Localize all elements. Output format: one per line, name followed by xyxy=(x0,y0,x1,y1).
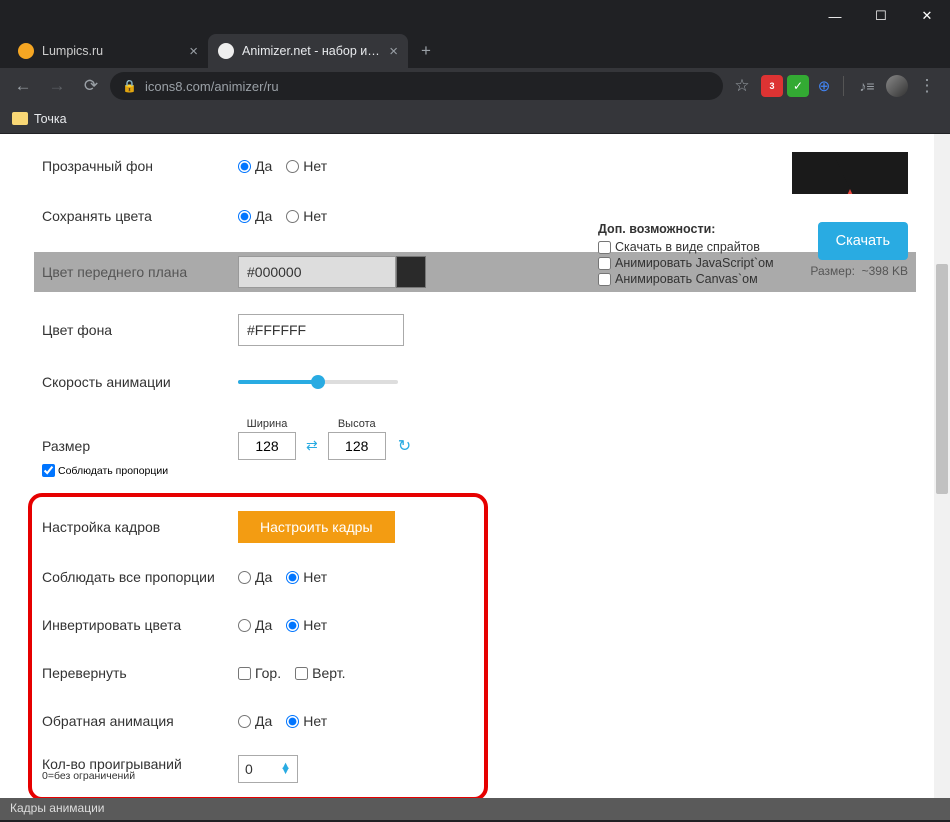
row-size: Размер Ширина ⇄ Высота ↻ xyxy=(42,418,908,460)
extension-globe[interactable]: ⊕ xyxy=(813,75,835,97)
window-titlebar: — ☐ ✕ xyxy=(0,0,950,32)
extension-badge[interactable]: 3 xyxy=(761,75,783,97)
reverse-yes[interactable]: Да xyxy=(238,713,272,729)
prop-yes[interactable]: Да xyxy=(238,569,272,585)
window-maximize[interactable]: ☐ xyxy=(858,0,904,32)
row-reverse: Обратная анимация Да Нет xyxy=(42,707,474,735)
status-footer: Кадры анимации xyxy=(0,798,950,820)
row-bg-color: Цвет фона xyxy=(42,314,908,346)
row-plays: Кол-во проигрываний 0=без ограничений 0 … xyxy=(42,755,474,783)
close-tab-icon[interactable]: × xyxy=(389,43,398,60)
new-tab-button[interactable]: + xyxy=(412,37,440,65)
window-minimize[interactable]: — xyxy=(812,0,858,32)
flip-hor[interactable]: Гор. xyxy=(238,665,281,681)
keepcolors-no[interactable]: Нет xyxy=(286,208,327,224)
scrollbar-thumb[interactable] xyxy=(936,264,948,494)
keepcolors-yes[interactable]: Да xyxy=(238,208,272,224)
width-input[interactable] xyxy=(238,432,296,460)
fg-color-swatch[interactable] xyxy=(396,256,426,288)
height-input[interactable] xyxy=(328,432,386,460)
bg-color-input[interactable] xyxy=(238,314,404,346)
tab-animizer[interactable]: Animizer.net - набор инструмен × xyxy=(208,34,408,68)
download-button[interactable]: Скачать xyxy=(818,222,908,260)
link-ratio-icon[interactable]: ⇄ xyxy=(302,437,322,460)
window-close[interactable]: ✕ xyxy=(904,0,950,32)
row-frames: Настройка кадров Настроить кадры xyxy=(42,511,474,543)
speed-slider[interactable] xyxy=(238,380,398,384)
menu-button[interactable]: ⋮ xyxy=(912,76,942,96)
forward-button[interactable]: → xyxy=(42,71,72,101)
keep-ratio-checkbox[interactable]: Соблюдать пропорции xyxy=(42,464,908,477)
row-flip: Перевернуть Гор. Верт. xyxy=(42,659,474,687)
refresh-size-icon[interactable]: ↻ xyxy=(392,436,411,460)
reverse-no[interactable]: Нет xyxy=(286,713,327,729)
file-size-info: Размер: ~398 KB xyxy=(810,264,908,278)
invert-no[interactable]: Нет xyxy=(286,617,327,633)
extension-check[interactable]: ✓ xyxy=(787,75,809,97)
row-invert: Инвертировать цвета Да Нет xyxy=(42,611,474,639)
music-button[interactable]: ♪≡ xyxy=(852,71,882,101)
invert-yes[interactable]: Да xyxy=(238,617,272,633)
back-button[interactable]: ← xyxy=(8,71,38,101)
flip-vert[interactable]: Верт. xyxy=(295,665,345,681)
close-tab-icon[interactable]: × xyxy=(189,43,198,60)
row-proportions: Соблюдать все пропорции Да Нет xyxy=(42,563,474,591)
transparent-yes[interactable]: Да xyxy=(238,158,272,174)
prop-no[interactable]: Нет xyxy=(286,569,327,585)
vertical-scrollbar[interactable] xyxy=(934,134,950,798)
url-text: icons8.com/animizer/ru xyxy=(145,79,279,94)
highlighted-settings: Настройка кадров Настроить кадры Соблюда… xyxy=(28,493,488,801)
tab-title: Animizer.net - набор инструмен xyxy=(242,44,381,58)
reload-button[interactable]: ⟳ xyxy=(76,71,106,101)
favicon-animizer xyxy=(218,43,234,59)
plays-spinner-icon[interactable]: ▲▼ xyxy=(280,764,291,774)
lock-icon: 🔒 xyxy=(122,79,137,93)
row-speed: Скорость анимации xyxy=(42,368,908,396)
transparent-no[interactable]: Нет xyxy=(286,158,327,174)
page-content: Доп. возможности: Скачать в виде спрайто… xyxy=(0,134,950,820)
tab-strip: Lumpics.ru × Animizer.net - набор инстру… xyxy=(0,32,950,68)
address-bar[interactable]: 🔒 icons8.com/animizer/ru xyxy=(110,72,723,100)
folder-icon xyxy=(12,112,28,125)
right-panel: Доп. возможности: Скачать в виде спрайто… xyxy=(598,152,908,288)
plays-input[interactable]: 0 ▲▼ xyxy=(238,755,298,783)
configure-frames-button[interactable]: Настроить кадры xyxy=(238,511,395,543)
bookmark-item[interactable]: Точка xyxy=(34,112,67,126)
preview-image xyxy=(792,152,908,194)
browser-toolbar: ← → ⟳ 🔒 icons8.com/animizer/ru ☆ 3 ✓ ⊕ ♪… xyxy=(0,68,950,104)
tab-title: Lumpics.ru xyxy=(42,44,181,58)
bookmarks-bar: Точка xyxy=(0,104,950,134)
tab-lumpics[interactable]: Lumpics.ru × xyxy=(8,34,208,68)
favicon-lumpics xyxy=(18,43,34,59)
profile-avatar[interactable] xyxy=(886,75,908,97)
fg-color-input[interactable] xyxy=(238,256,396,288)
star-button[interactable]: ☆ xyxy=(727,71,757,101)
